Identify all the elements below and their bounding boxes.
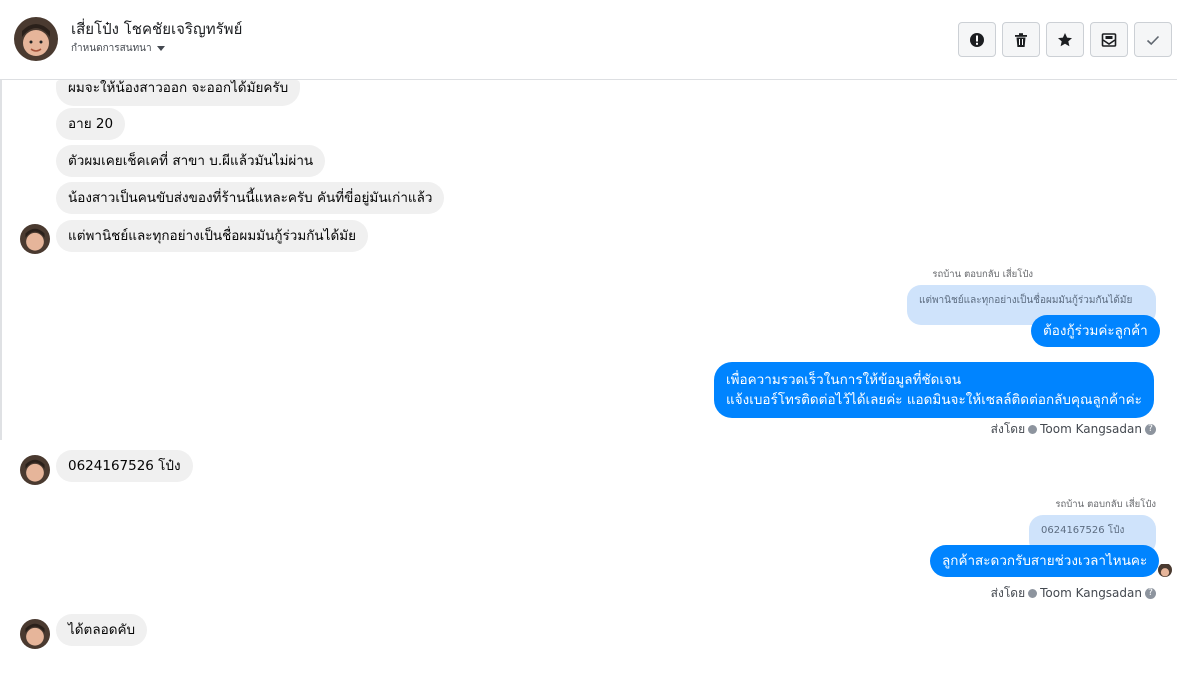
incoming-message[interactable]: 0624167526 โป๋ง [56,450,193,482]
incoming-message[interactable]: แต่พานิชย์และทุกอย่างเป็นชื่อผมมันกู้ร่ว… [56,220,369,252]
reply-meta: รถบ้าน ตอบกลับ เสี่ยโป๋ง [932,269,1033,280]
reply-meta: รถบ้าน ตอบกลับ เสี่ยโป๋ง [1055,499,1156,510]
seen-avatar [1158,563,1172,577]
agent-badge-icon [1028,425,1038,434]
trash-icon [1015,32,1027,47]
contact-avatar[interactable] [14,17,58,61]
sender-avatar[interactable] [20,455,50,485]
sender-avatar[interactable] [20,619,50,649]
agent-badge-icon [1028,589,1038,598]
outgoing-message-line: เพื่อความรวดเร็วในการให้ข้อมูลที่ชัดเจน [726,372,962,388]
incoming-message[interactable]: ผมจะให้น้องสาวออก จะออกได้มัยครับ [56,80,301,106]
incoming-message[interactable]: ได้ตลอดคับ [56,614,148,646]
outgoing-message[interactable]: ต้องกู้ร่วมค่ะลูกค้า [1031,315,1160,347]
sent-by-prefix: ส่งโดย [990,422,1026,436]
mark-done-button[interactable] [1134,22,1172,57]
delete-button[interactable] [1002,22,1040,57]
check-icon [1146,35,1160,45]
sent-by-agent[interactable]: Toom Kangsadan [1040,586,1142,600]
outgoing-message[interactable]: ลูกค้าสะดวกรับสายช่วงเวลาไหนคะ [930,545,1160,577]
report-button[interactable] [958,22,996,57]
incoming-message[interactable]: อาย 20 [56,108,126,140]
sent-by-label: ส่งโดย Toom Kangsadan? [991,584,1156,603]
star-button[interactable] [1046,22,1084,57]
outgoing-message[interactable]: เพื่อความรวดเร็วในการให้ข้อมูลที่ชัดเจน … [714,362,1154,418]
header-actions [958,22,1172,57]
help-icon[interactable]: ? [1145,424,1156,435]
incoming-message[interactable]: น้องสาวเป็นคนขับส่งของที่ร้านนี้แหละครับ… [56,182,445,214]
conversation-status-label: กำหนดการสนทนา [71,43,152,54]
thread-edge [0,80,2,440]
sent-by-label: ส่งโดย Toom Kangsadan? [991,420,1156,439]
incoming-message[interactable]: ตัวผมเคยเช็คเคที่ สาขา บ.ผีแล้วมันไม่ผ่า… [56,145,326,177]
outgoing-message-line: แจ้งเบอร์โทรติดต่อไว้ได้เลยค่ะ แอดมินจะใ… [726,392,1142,408]
mark-unread-icon [1101,32,1117,47]
sent-by-prefix: ส่งโดย [990,586,1026,600]
help-icon[interactable]: ? [1145,588,1156,599]
sent-by-agent[interactable]: Toom Kangsadan [1040,422,1142,436]
caret-down-icon [156,45,165,51]
sender-avatar[interactable] [20,224,50,254]
conversation-header: เสี่ยโป๋ง โชคชัยเจริญทรัพย์ กำหนดการสนทน… [0,0,1177,80]
alert-icon [970,32,984,47]
contact-name[interactable]: เสี่ยโป๋ง โชคชัยเจริญทรัพย์ [71,17,242,41]
conversation-status-dropdown[interactable]: กำหนดการสนทนา [71,41,165,56]
mark-unread-button[interactable] [1090,22,1128,57]
star-icon [1058,32,1072,46]
